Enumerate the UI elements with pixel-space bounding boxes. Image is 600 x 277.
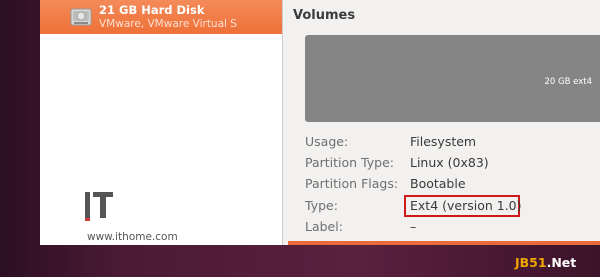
volumes-heading: Volumes <box>293 8 356 23</box>
disk-utility-window: 21 GB Hard Disk VMware, VMware Virtual S… <box>40 0 600 245</box>
sidebar: 21 GB Hard Disk VMware, VMware Virtual S… <box>40 0 283 245</box>
usage-value: Filesystem <box>410 134 477 149</box>
partition-flags-value: Bootable <box>410 176 466 191</box>
type-value: Ext4 (version 1.0) <box>410 198 522 213</box>
disk-subtitle: VMware, VMware Virtual S <box>99 18 237 30</box>
jb51-watermark-main: JB51 <box>515 255 547 270</box>
partition-type-label: Partition Type: <box>305 155 394 170</box>
volume-selection-strip <box>288 241 600 245</box>
watermark-url: www.ithome.com <box>87 231 178 243</box>
usage-label: Usage: <box>305 134 349 149</box>
hard-disk-icon <box>70 5 92 29</box>
partition-type-value: Linux (0x83) <box>410 155 489 170</box>
jb51-watermark: JB51.Net <box>515 255 576 270</box>
ithome-logo <box>85 190 115 222</box>
type-label: Type: <box>305 198 338 213</box>
jb51-watermark-suffix: .Net <box>546 255 577 270</box>
label-label: Label: <box>305 219 343 234</box>
volume-bar-label: 20 GB ext4 <box>544 77 593 87</box>
label-value: – <box>410 219 417 234</box>
main-panel: Volumes 20 GB ext4 Usage: Filesystem Par… <box>283 0 600 245</box>
volume-bar[interactable]: 20 GB ext4 <box>305 35 600 122</box>
partition-flags-label: Partition Flags: <box>305 176 399 191</box>
sidebar-item-hard-disk[interactable]: 21 GB Hard Disk VMware, VMware Virtual S <box>40 0 282 34</box>
disk-title: 21 GB Hard Disk <box>99 3 205 17</box>
